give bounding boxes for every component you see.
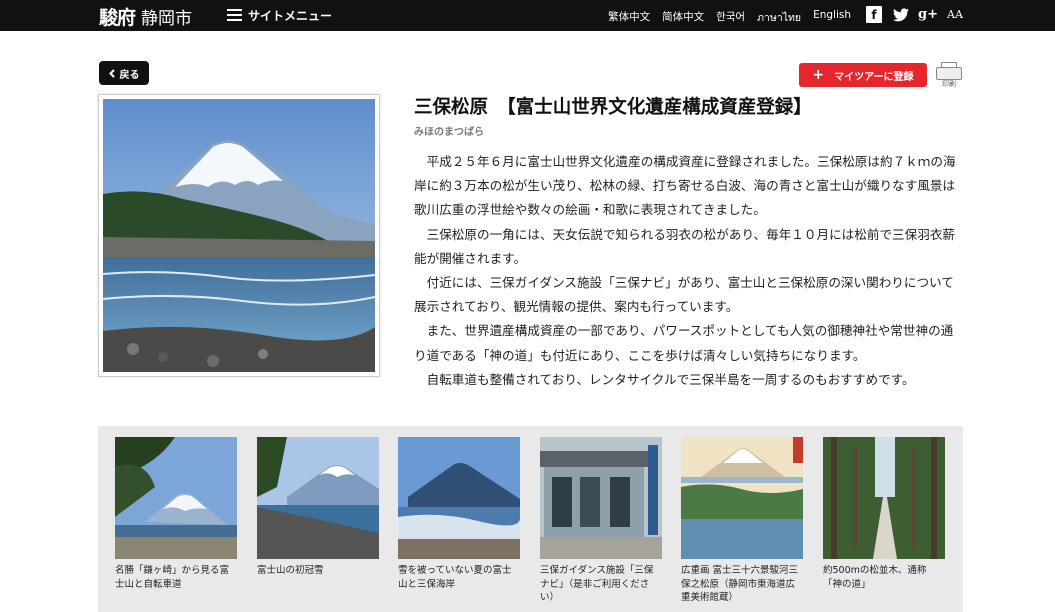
- description-paragraph: 自転車道も整備されており、レンタサイクルで三保半島を一周するのもおすすめです。: [426, 371, 915, 387]
- site-menu-button[interactable]: サイトメニュー: [227, 6, 332, 24]
- lang-traditional-chinese[interactable]: 繁体中文: [608, 9, 650, 26]
- print-button[interactable]: 印刷: [935, 62, 963, 88]
- add-to-mytour-button[interactable]: + マイツアーに登録: [799, 63, 927, 87]
- description-paragraph: 平成２５年６月に富士山世界文化遺産の構成資産に登録されました。三保松原は約７ｋｍ…: [414, 154, 956, 218]
- google-plus-icon[interactable]: g+: [918, 6, 938, 23]
- gallery-caption: 広重画 富士三十六景駿河三保之松原（静岡市東海道広重美術館蔵）: [681, 565, 799, 603]
- plus-icon: +: [812, 67, 825, 83]
- back-button[interactable]: 戻る: [99, 61, 149, 85]
- gallery-caption: 富士山の初冠雪: [257, 565, 324, 576]
- description-paragraph: 三保松原の一角には、天女伝説で知られる羽衣の松があり、毎年１０月には松前で三保羽…: [414, 226, 956, 266]
- print-label: 印刷: [942, 80, 956, 88]
- mytour-label: マイツアーに登録: [834, 71, 914, 83]
- font-size-icon[interactable]: AA: [947, 6, 963, 23]
- gallery-item[interactable]: 富士山の初冠雪: [257, 437, 379, 578]
- description-paragraph: また、世界遺産構成資産の一部であり、パワースポットとしても人気の御穂神社や常世神…: [414, 323, 954, 363]
- gallery-thumbnail: [115, 437, 237, 559]
- gallery-item[interactable]: 雪を被っていない夏の富士山と三保海岸: [398, 437, 520, 591]
- gallery-thumbnail: [398, 437, 520, 559]
- spot-description: 平成２５年６月に富士山世界文化遺産の構成資産に登録されました。三保松原は約７ｋｍ…: [414, 150, 962, 392]
- gallery-item[interactable]: 三保ガイダンス施設「三保ナビ」（是非ご利用ください）: [540, 437, 662, 605]
- lang-english[interactable]: English: [813, 9, 851, 26]
- language-switcher: 繁体中文 简体中文 한국어 ภาษาไทย English: [608, 9, 851, 26]
- gallery-item[interactable]: 名勝「鎌ヶ崎」から見る富士山と自転車道: [115, 437, 237, 591]
- site-logo[interactable]: 駿府 静岡市: [99, 4, 193, 29]
- chevron-left-icon: [108, 68, 115, 78]
- mount-fuji-photo: [103, 99, 375, 372]
- gallery-item[interactable]: 広重画 富士三十六景駿河三保之松原（静岡市東海道広重美術館蔵）: [681, 437, 803, 605]
- gallery-caption: 約500mの松並木、通称「神の道」: [823, 565, 927, 590]
- logo-city-name: 静岡市: [141, 8, 193, 29]
- gallery-thumbnail: [681, 437, 803, 559]
- gallery-caption: 雪を被っていない夏の富士山と三保海岸: [398, 565, 512, 590]
- gallery-thumbnail: [823, 437, 945, 559]
- description-paragraph: 付近には、三保ガイダンス施設「三保ナビ」があり、富士山と三保松原の深い関わりにつ…: [414, 275, 954, 315]
- gallery-thumbnail: [257, 437, 379, 559]
- hamburger-icon: [227, 9, 242, 21]
- gallery-item[interactable]: 約500mの松並木、通称「神の道」: [823, 437, 945, 591]
- gallery-caption: 三保ガイダンス施設「三保ナビ」（是非ご利用ください）: [540, 565, 654, 603]
- gallery-caption: 名勝「鎌ヶ崎」から見る富士山と自転車道: [115, 565, 230, 590]
- lang-simplified-chinese[interactable]: 简体中文: [662, 9, 704, 26]
- main-photo: [98, 94, 380, 377]
- back-label: 戻る: [119, 69, 140, 81]
- lang-thai[interactable]: ภาษาไทย: [757, 9, 801, 26]
- social-links: f g+ AA: [866, 6, 963, 23]
- title-reading: みほのまつばら: [414, 127, 484, 138]
- top-bar: 駿府 静岡市 サイトメニュー 繁体中文 简体中文 한국어 ภาษาไทย Eng…: [0, 0, 1055, 31]
- site-menu-label: サイトメニュー: [248, 8, 333, 23]
- logo-mark: 駿府: [99, 6, 136, 29]
- facebook-icon[interactable]: f: [866, 6, 882, 23]
- twitter-icon[interactable]: [893, 6, 909, 23]
- lang-korean[interactable]: 한국어: [716, 9, 745, 26]
- gallery-thumbnail: [540, 437, 662, 559]
- page-title: 三保松原 【富士山世界文化遺産構成資産登録】: [414, 97, 812, 118]
- photo-gallery: 名勝「鎌ヶ崎」から見る富士山と自転車道 富士山の初冠雪 雪を被っていない夏の富士…: [98, 426, 963, 612]
